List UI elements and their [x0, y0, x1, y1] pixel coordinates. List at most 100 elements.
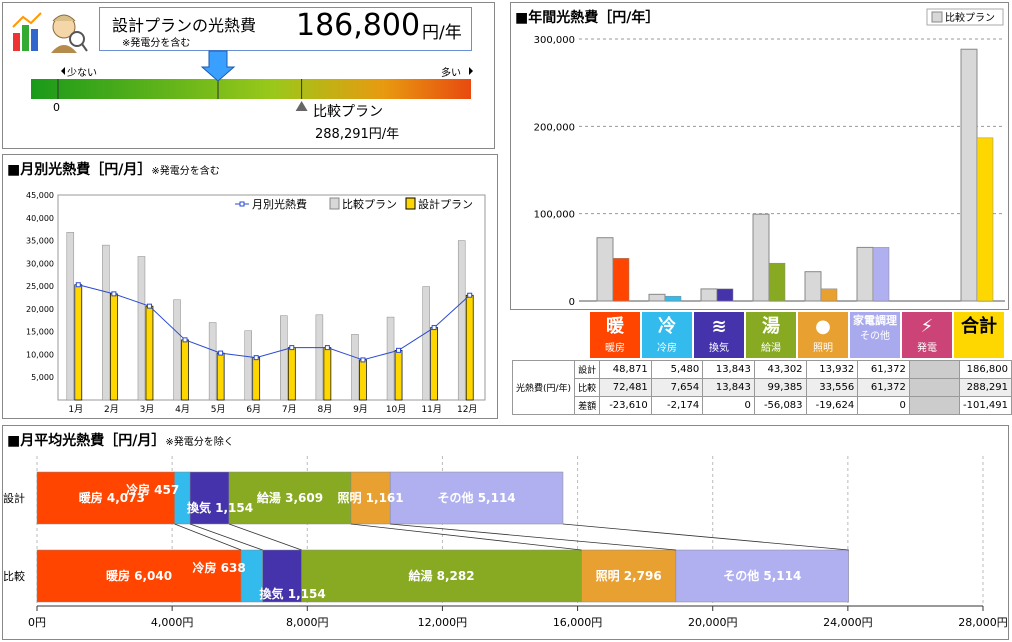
- table-cell: 61,372: [857, 378, 910, 397]
- category-label: 発電: [917, 343, 937, 354]
- category-tile: 暖暖房: [589, 311, 641, 359]
- table-cell: -23,610: [599, 396, 652, 415]
- legend-design-swatch: [405, 197, 416, 210]
- table-cell: 99,385: [753, 378, 807, 397]
- monthly-ytick-label: 5,000: [31, 373, 54, 382]
- monthly-design-bar: [359, 359, 367, 401]
- monthly-design-bar: [74, 284, 83, 401]
- average-segment-label: 給湯 3,609: [257, 490, 323, 505]
- category-icon: 家電調理: [853, 314, 897, 327]
- scale-left-label: 少ない: [67, 68, 97, 79]
- table-row-label: 設計: [574, 360, 601, 379]
- average-row-label: 比較: [3, 569, 25, 583]
- table-row-label: 差額: [574, 396, 601, 415]
- monthly-line-point: [218, 350, 224, 356]
- table-cell: 61,372: [857, 360, 910, 379]
- monthly-line-point: [360, 357, 366, 363]
- average-xtick-label: 8,000円: [286, 616, 329, 629]
- monthly-xtick-label: 9月: [353, 404, 368, 415]
- category-icon: 暖: [606, 316, 624, 337]
- category-label: その他: [860, 331, 890, 342]
- monthly-xtick-label: 6月: [246, 404, 261, 415]
- average-row-label: 設計: [3, 491, 25, 505]
- category-icon: 合計: [961, 316, 997, 337]
- monthly-compare-bar: [102, 244, 110, 401]
- scale-right-label: 多い: [441, 68, 461, 79]
- monthly-compare-bar: [244, 330, 252, 401]
- average-xtick-label: 24,000円: [823, 616, 873, 629]
- table-cell: 7,654: [650, 378, 704, 397]
- monthly-ytick-label: 10,000: [26, 350, 54, 359]
- annual-compare-bar: [700, 288, 718, 302]
- monthly-design-bar: [181, 339, 189, 401]
- category-label: 暖房: [605, 343, 625, 354]
- annual-design-bar: [976, 137, 994, 302]
- annual-ytick-label: 200,000: [534, 122, 575, 133]
- category-label: 照明: [813, 343, 833, 354]
- legend-compare-swatch: [329, 197, 340, 210]
- table-cell: 13,932: [805, 360, 859, 379]
- monthly-xtick-label: 11月: [421, 404, 441, 415]
- category-icon: ●: [815, 316, 831, 337]
- monthly-xtick-label: 8月: [318, 404, 333, 415]
- monthly-design-bar: [287, 347, 296, 401]
- monthly-line-point: [253, 355, 259, 361]
- annual-legend-label: 比較プラン: [945, 11, 995, 24]
- average-segment-label: 給湯 8,282: [408, 568, 474, 583]
- average-segment-label: 換気 1,154: [187, 500, 253, 515]
- monthly-compare-bar: [173, 299, 181, 401]
- table-cell: -101,491: [958, 396, 1012, 415]
- monthly-xtick-label: 3月: [140, 404, 155, 415]
- monthly-xtick-label: 2月: [104, 404, 119, 415]
- average-connector: [390, 523, 676, 551]
- table-cell: [908, 360, 960, 379]
- monthly-ytick-label: 45,000: [26, 191, 54, 200]
- category-icon: ⚡: [920, 316, 934, 337]
- monthly-ytick-label: 35,000: [26, 237, 54, 246]
- average-segment-label: 冷房 638: [192, 560, 245, 575]
- average-xtick-label: 16,000円: [553, 616, 603, 629]
- monthly-xtick-label: 12月: [457, 404, 477, 415]
- table-cell: -2,174: [650, 396, 704, 415]
- legend-compare-label: 比較プラン: [342, 197, 397, 211]
- table-row: 光熱費(円/年) 設計 48,871 5,480 13,843 43,302 13,932 6…: [511, 360, 1012, 415]
- summary-panel: 設計プランの光熱費 ※発電分を含む 186,800 円/年 少ない 多い 0 比…: [2, 2, 495, 149]
- monthly-compare-bar: [315, 314, 324, 401]
- compare-label: 比較プラン: [313, 104, 383, 120]
- monthly-ytick-label: 30,000: [26, 259, 54, 268]
- annual-design-bar: [716, 288, 734, 302]
- average-segment: [189, 471, 230, 525]
- category-tile: 合計: [953, 311, 1005, 359]
- annual-legend-swatch: [931, 11, 943, 23]
- annual-design-bar: [872, 247, 890, 302]
- monthly-design-bar: [394, 349, 403, 401]
- table-cell: -56,083: [753, 396, 807, 415]
- monthly-line-point: [289, 345, 295, 351]
- monthly-line-point: [431, 325, 437, 331]
- average-segment-label: 照明 1,161: [338, 490, 404, 505]
- monthly-design-bar: [216, 352, 225, 401]
- monthly-ytick-label: 15,000: [26, 328, 54, 337]
- table-cell: 13,843: [702, 378, 755, 397]
- average-segment-label: 換気 1,154: [260, 586, 326, 601]
- compare-value: 288,291円/年: [315, 127, 400, 142]
- monthly-xtick-label: 10月: [386, 404, 406, 415]
- average-connector: [174, 523, 242, 551]
- average-segment-label: 冷房 457: [126, 482, 179, 497]
- annual-panel: ■年間光熱費［円/年］ 0 100,000 200,000 300,000 比較プラン: [510, 2, 1009, 310]
- monthly-line-point: [111, 291, 117, 297]
- annual-compare-bar: [804, 271, 822, 302]
- average-panel: ■月平均光熱費［円/月］※発電分を除く 0円 4,000円 8,000円 12,000…: [2, 425, 1009, 640]
- average-segment-label: 照明 2,796: [596, 568, 662, 583]
- average-connector: [350, 523, 582, 551]
- annual-compare-bar: [960, 48, 978, 302]
- table-cell: 5,480: [650, 360, 704, 379]
- monthly-compare-bar: [137, 256, 146, 401]
- average-segment-label: その他 5,114: [438, 490, 516, 505]
- category-tile: 湯給湯: [745, 311, 797, 359]
- monthly-line-point: [467, 292, 473, 298]
- table-row: 比較 72,481 7,654 13,843 99,385 33,556 61,372 288…: [513, 378, 1012, 397]
- legend-design-label: 設計プラン: [418, 197, 473, 211]
- average-segment: [174, 471, 191, 525]
- annual-ytick-label: 300,000: [534, 35, 575, 46]
